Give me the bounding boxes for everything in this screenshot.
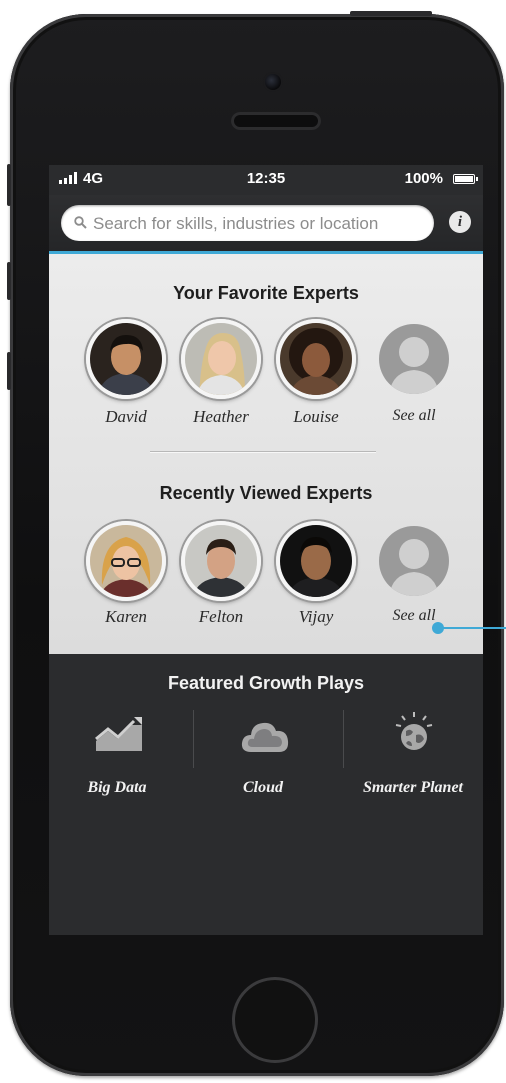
globe-icon[interactable] [394, 711, 434, 753]
home-button [232, 977, 318, 1063]
callout-line [440, 627, 506, 629]
search-input[interactable] [91, 205, 425, 243]
volume-up-button [7, 262, 11, 300]
cloud-icon[interactable] [239, 716, 291, 756]
chart-trend-icon[interactable] [94, 717, 144, 753]
volume-down-button [7, 352, 11, 390]
callout-dot [432, 622, 444, 634]
search-icon [74, 216, 87, 229]
experts-panel: Your Favorite Experts David Heather Loui… [49, 254, 483, 654]
recent-experts-title: Recently Viewed Experts [159, 483, 373, 503]
expert-avatar-felton[interactable] [181, 521, 261, 601]
favorite-experts-title: Your Favorite Experts [173, 283, 359, 303]
expert-avatar-heather[interactable] [181, 319, 261, 399]
growth-label-smarter-planet[interactable]: Smarter Planet [358, 779, 468, 796]
see-all-favorites-link[interactable]: See all [369, 407, 459, 425]
expert-name[interactable]: Louise [271, 407, 361, 427]
section-divider [150, 451, 376, 453]
power-button [350, 11, 432, 16]
expert-avatar-david[interactable] [86, 319, 166, 399]
person-photo [90, 323, 162, 395]
battery-icon [453, 174, 478, 184]
info-icon[interactable]: i [449, 211, 471, 233]
expert-avatar-louise[interactable] [276, 319, 356, 399]
expert-avatar-vijay[interactable] [276, 521, 356, 601]
see-all-recent-link[interactable]: See all [369, 607, 459, 625]
expert-avatar-karen[interactable] [86, 521, 166, 601]
search-field-wrapper[interactable] [61, 205, 434, 243]
person-photo [280, 323, 352, 395]
earpiece-speaker [231, 112, 321, 130]
battery-percent: 100% [404, 170, 443, 187]
person-photo [185, 323, 257, 395]
growth-divider [193, 710, 194, 768]
expert-name[interactable]: David [81, 407, 171, 427]
person-photo [280, 525, 352, 597]
expert-name[interactable]: Heather [176, 407, 266, 427]
person-silhouette-icon [389, 337, 439, 394]
status-bar: 4G 12:35 100% [49, 165, 483, 195]
growth-label-big-data[interactable]: Big Data [62, 779, 172, 796]
search-bar [49, 195, 483, 254]
expert-name[interactable]: Felton [176, 607, 266, 627]
expert-name[interactable]: Vijay [271, 607, 361, 627]
person-photo [185, 525, 257, 597]
app-screen: 4G 12:35 100% i Your Favorite Experts [49, 165, 483, 935]
see-all-favorites-icon[interactable] [379, 324, 449, 394]
growth-label-cloud[interactable]: Cloud [208, 779, 318, 796]
front-camera [265, 74, 281, 90]
person-silhouette-icon [389, 539, 439, 596]
mute-switch [7, 164, 11, 206]
growth-plays-title: Featured Growth Plays [167, 673, 365, 693]
see-all-recent-icon[interactable] [379, 526, 449, 596]
expert-name[interactable]: Karen [81, 607, 171, 627]
person-photo [90, 525, 162, 597]
growth-divider [343, 710, 344, 768]
